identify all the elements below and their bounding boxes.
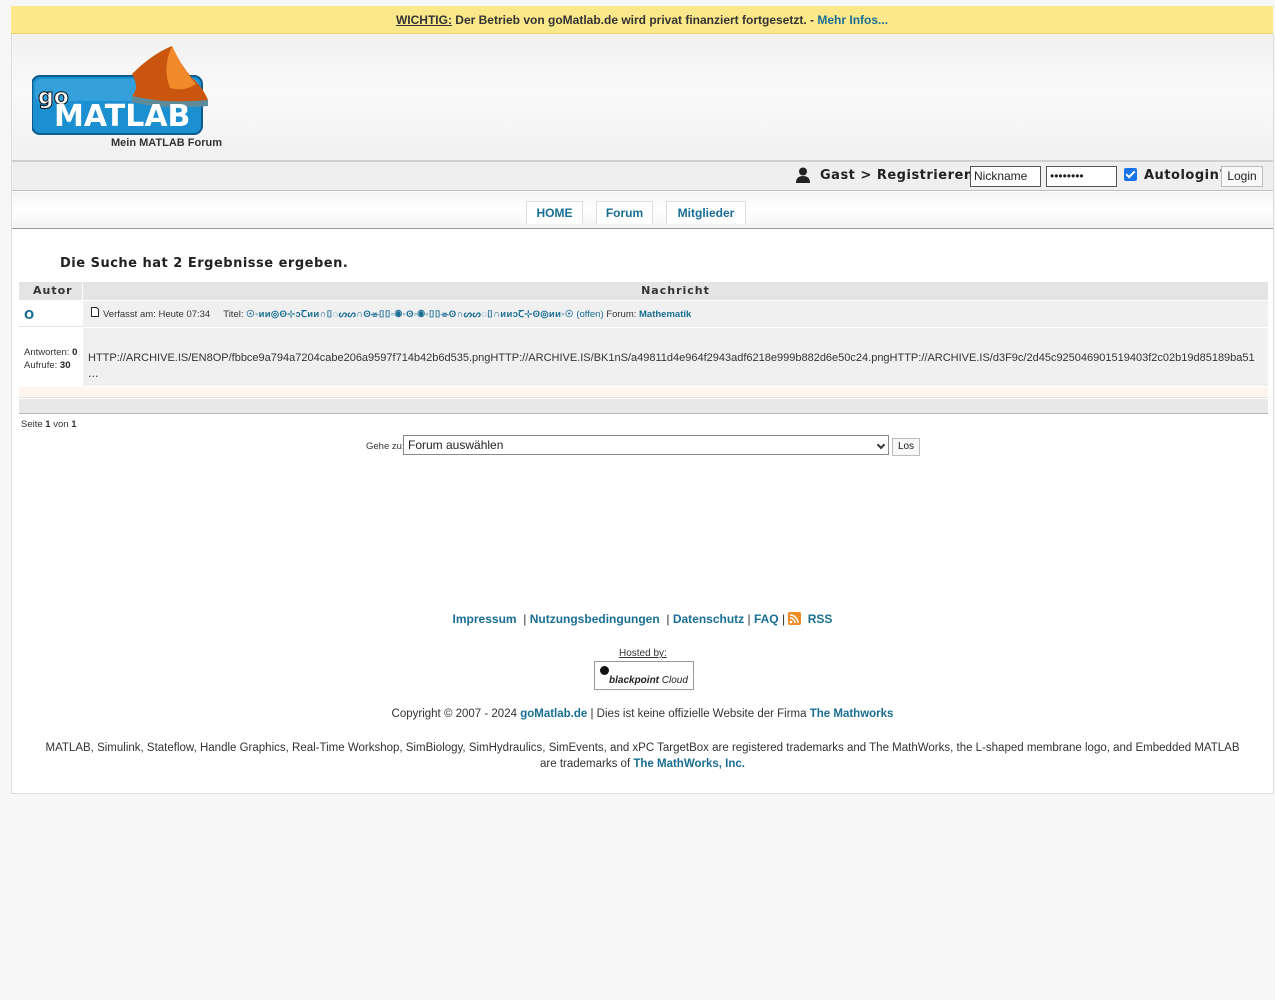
hosted-by-label: Hosted by: [619,648,667,659]
views-count: 30 [59,360,71,371]
login-button[interactable]: Login [1221,166,1263,187]
replies-count: 0 [72,347,78,358]
login-bar: Gast > Registrieren Nickname •••••••• Au… [12,162,1273,191]
terms-link[interactable]: Nutzungsbedingungen [530,612,660,626]
search-result-count: Die Suche hat 2 Ergebnisse ergeben. [60,256,349,271]
post-meta: Verfasst am: Heute 07:34 Titel: ☉◦ᴎᴎ◎ʘ⊹ↄ… [103,309,692,320]
post-ellipsis: ... [88,367,99,380]
nickname-input[interactable]: Nickname [970,166,1041,187]
column-header-message: Nachricht [83,282,1268,300]
post-forum-link[interactable]: Mathematik [639,309,691,320]
page-wrapper: go MATLAB Mein MATLAB Forum Gast > Regis… [11,34,1274,794]
tab-forum[interactable]: Forum [596,201,653,224]
table-footer [19,399,1268,414]
guest-label: Gast > Registrieren [820,168,974,183]
rss-icon[interactable] [788,612,802,625]
jump-label: Gehe zu: [366,441,405,452]
notice-label: WICHTIG: [395,13,452,27]
tab-members[interactable]: Mitglieder [666,201,746,224]
post-author-link[interactable]: O [24,308,34,322]
pagination: Seite 1 von 1 [21,419,77,430]
post-status: (offen) [576,309,604,320]
copyright: Copyright © 2007 - 2024 goMatlab.de | Di… [391,708,894,720]
site-tagline: Mein MATLAB Forum [111,137,223,149]
password-input[interactable]: •••••••• [1046,166,1117,187]
forum-select[interactable]: Forum auswählen [403,435,889,455]
trademark-notice: MATLAB, Simulink, Stateflow, Handle Grap… [45,742,1240,770]
autologin-label: Autologin? [1144,168,1228,183]
notice-more-link[interactable]: Mehr Infos... [817,13,888,27]
gomatlab-logo[interactable]: go MATLAB [32,44,212,136]
site-link[interactable]: goMatlab.de [520,708,587,720]
post-body: HTTP://ARCHIVE.IS/EN8OP/fbbce9a794a7204c… [88,352,1255,364]
site-header: go MATLAB Mein MATLAB Forum [12,34,1273,162]
faq-link[interactable]: FAQ [754,612,779,626]
post-stats: Antworten: 0 Aufrufe: 30 [24,347,78,371]
go-button[interactable]: Los [892,438,920,456]
blackpoint-dot-icon [600,666,609,675]
privacy-link[interactable]: Datenschutz [673,612,744,626]
autologin-checkbox[interactable] [1124,168,1137,181]
post-body-cell: HTTP://ARCHIVE.IS/EN8OP/fbbce9a794a7204c… [83,328,1268,386]
table-row: Antworten: 0 Aufrufe: 30 HTTP://ARCHIVE.… [19,328,1268,386]
logo-text: MATLAB [54,99,190,134]
table-spacer [19,387,1268,398]
trademark-company-link[interactable]: The MathWorks, Inc. [633,758,745,770]
user-icon [796,167,810,183]
footer-links: Impressum | Nutzungsbedingungen | Datens… [452,612,833,626]
impressum-link[interactable]: Impressum [453,612,517,626]
chevron-down-icon [876,440,886,450]
notice-bar: WICHTIG: Der Betrieb von goMatlab.de wir… [11,6,1273,34]
main-nav: HOME Forum Mitglieder [12,192,1273,229]
rss-link[interactable]: RSS [808,612,833,626]
post-title-link[interactable]: ☉◦ᴎᴎ◎ʘ⊹ↄꞆᴎᴎ∩⌷◌ᔕᔕ∩ʘ⌯⌷⌷◦◉◦ʘ◦◉◦⌷⌷⌯ʘ∩ᔕᔕ◌⌷∩ᴎᴎ… [246,309,574,320]
table-row: O Verfasst am: Heute 07:34 Titel: ☉◦ᴎᴎ◎ʘ… [19,301,1268,327]
tab-home[interactable]: HOME [526,201,583,224]
column-header-author: Autor [19,282,82,300]
notice-text: Der Betrieb von goMatlab.de wird privat … [455,13,815,27]
register-link[interactable]: Registrieren [877,168,974,183]
blackpoint-logo[interactable]: blackpoint Cloud [594,661,694,690]
post-meta-cell: Verfasst am: Heute 07:34 Titel: ☉◦ᴎᴎ◎ʘ⊹ↄ… [83,301,1268,327]
post-icon [91,307,99,317]
company-link[interactable]: The Mathworks [810,708,894,720]
